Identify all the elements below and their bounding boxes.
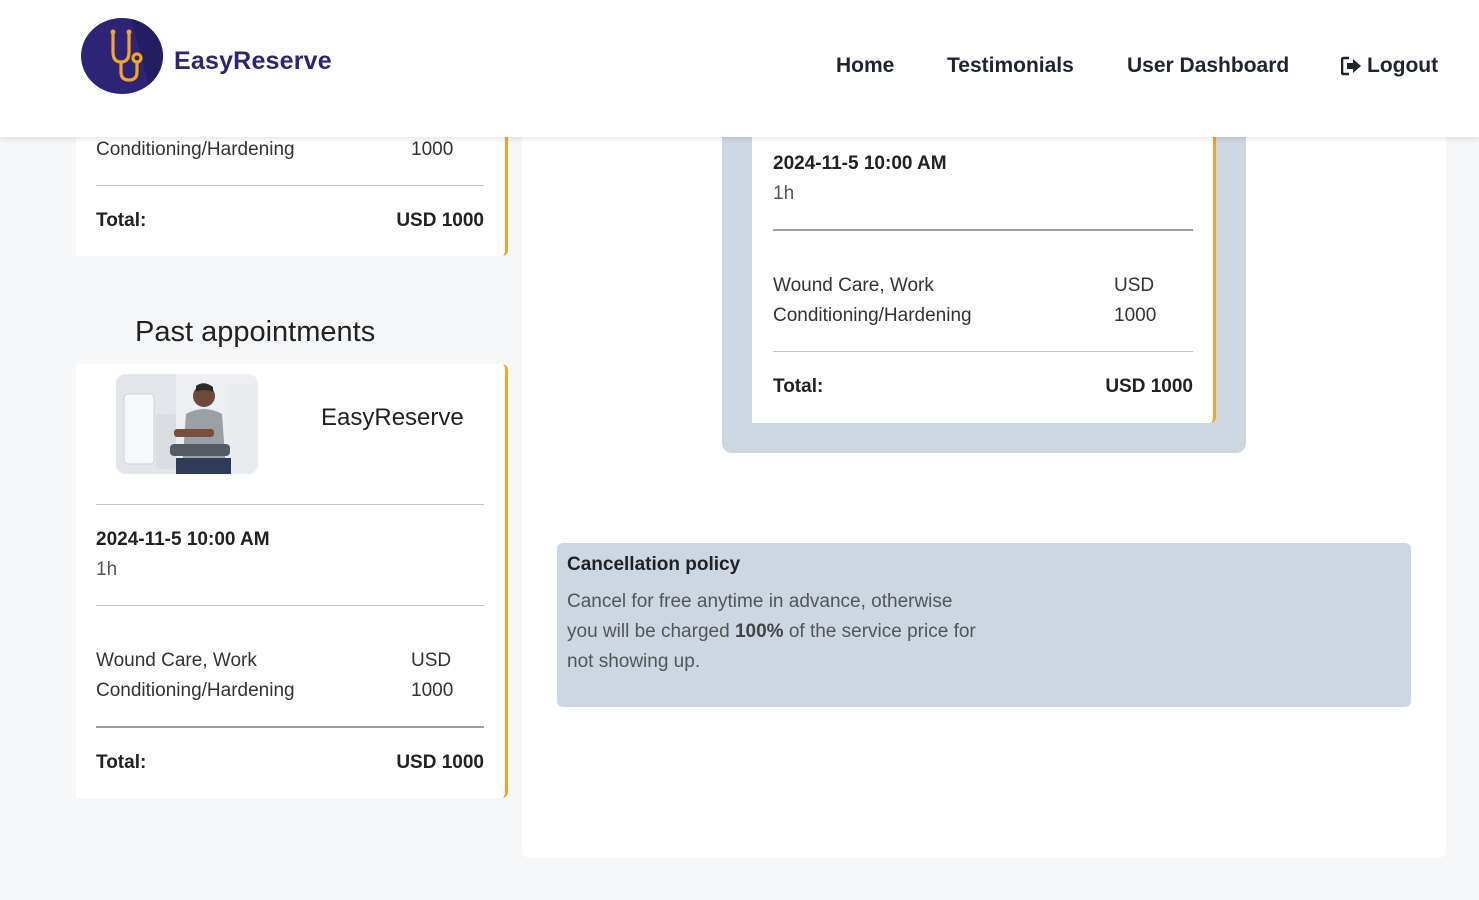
total-label: Total: <box>773 376 824 397</box>
service-name-line2: Conditioning/Hardening <box>773 305 972 326</box>
service-price-currency: USD <box>411 650 452 671</box>
total-value: USD 1000 <box>396 210 484 231</box>
nav-testimonials[interactable]: Testimonials <box>947 54 1074 78</box>
logo-stethoscope-icon[interactable] <box>81 18 163 94</box>
cancellation-policy-box: Cancellation policy Cancel for free anyt… <box>557 543 1411 707</box>
total-value: USD 1000 <box>396 752 484 773</box>
divider <box>773 229 1193 231</box>
past-appointment-card[interactable]: EasyReserve 2024-11-5 10:00 AM 1h Wound … <box>76 364 508 798</box>
sign-out-icon <box>1341 56 1361 76</box>
policy-percent: 100% <box>734 621 784 642</box>
total-label: Total: <box>96 210 147 231</box>
cancellation-policy-text: Cancel for free anytime in advance, othe… <box>567 587 987 677</box>
divider <box>96 726 484 728</box>
service-name-line1: Wound Care, Work <box>773 275 934 296</box>
total-label: Total: <box>96 752 147 773</box>
appointment-duration: 1h <box>773 183 795 204</box>
provider-name: EasyReserve <box>321 404 464 431</box>
top-navbar: EasyReserve Home Testimonials User Dashb… <box>0 0 1479 137</box>
stethoscope-icon <box>110 18 163 94</box>
appointment-date: 2024-11-5 10:00 AM <box>773 153 947 174</box>
logout-label: Logout <box>1367 54 1439 77</box>
service-price-currency: USD <box>1114 275 1155 296</box>
divider <box>96 185 484 186</box>
appointment-date: 2024-11-5 10:00 AM <box>96 529 270 550</box>
service-name-line2: Conditioning/Hardening <box>96 680 295 701</box>
service-name-line1: Wound Care, Work <box>96 650 257 671</box>
divider <box>96 605 484 606</box>
cancellation-policy-title: Cancellation policy <box>567 554 741 575</box>
patient-photo-image <box>116 374 258 474</box>
appointment-duration: 1h <box>96 559 118 580</box>
nav-user-dashboard[interactable]: User Dashboard <box>1127 54 1289 78</box>
service-price-amount: 1000 <box>411 139 454 160</box>
total-value: USD 1000 <box>1105 376 1193 397</box>
brand-name[interactable]: EasyReserve <box>174 47 332 76</box>
divider <box>773 351 1193 352</box>
divider <box>96 504 484 505</box>
booking-summary-card: 2024-11-5 10:00 AM 1h Wound Care, Work C… <box>752 100 1216 423</box>
service-price-amount: 1000 <box>411 680 454 701</box>
service-photo <box>116 374 258 474</box>
service-name-line2: Conditioning/Hardening <box>96 139 295 160</box>
service-price-amount: 1000 <box>1114 305 1157 326</box>
nav-home[interactable]: Home <box>836 54 894 78</box>
nav-logout[interactable]: Logout <box>1341 54 1438 78</box>
past-appointments-heading: Past appointments <box>135 316 376 348</box>
